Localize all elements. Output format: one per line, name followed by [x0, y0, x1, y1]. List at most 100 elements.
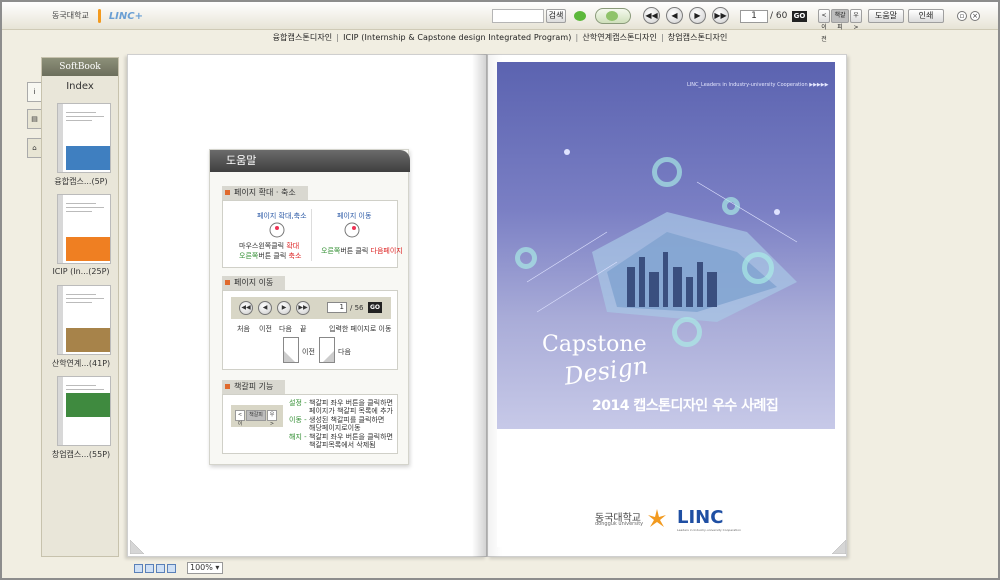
thumbnail-2[interactable]: [57, 194, 111, 264]
bookmark-tab-icon[interactable]: ⌂: [27, 138, 41, 158]
thumbnail-color-band: [66, 393, 110, 417]
move-heading: 페이지 이동: [337, 212, 372, 220]
thumbnail-caption-4[interactable]: 창업캡스...(55P): [44, 449, 118, 460]
chapter-link-3[interactable]: 산학연계캡스톤디자인: [582, 33, 657, 42]
last-page-button[interactable]: ▶▶: [712, 7, 729, 24]
page-curl-prev-icon[interactable]: [130, 540, 144, 554]
page-curl-right-icon: [319, 337, 335, 363]
label-input-move: 입력한 페이지로 이동: [329, 325, 392, 333]
label-prev: 이전: [259, 325, 272, 333]
help-page-input: 1: [327, 302, 347, 313]
single-page-view-icon[interactable]: [134, 564, 143, 573]
prev-page-button[interactable]: ◀: [666, 7, 683, 24]
label-last: 끝: [300, 325, 307, 333]
chapter-link-1[interactable]: 융합캡스톤디자인: [273, 33, 333, 42]
logo-university: 동국대학교: [52, 11, 89, 20]
label-next: 다음: [279, 325, 292, 333]
chapter-link-4[interactable]: 창업캡스톤디자인: [668, 33, 728, 42]
flower-logo-icon: [92, 9, 106, 23]
minimize-icon[interactable]: ▫: [957, 11, 967, 21]
thumbnail-4[interactable]: [57, 376, 111, 446]
cover-footer: 동국대학교 dongguk university LINC Leaders in…: [497, 429, 835, 547]
dongguk-flower-icon: [648, 509, 666, 527]
search-button[interactable]: 검색: [546, 9, 566, 23]
label-corner-next: 다음: [338, 348, 351, 356]
decor-ring-icon: [742, 252, 774, 284]
page-number-input[interactable]: 1: [740, 10, 768, 23]
index-tab-icon[interactable]: i: [27, 82, 41, 102]
bm-del-desc-2: 책갈피목록에서 삭제됨: [309, 441, 376, 449]
cover-university-en: dongguk university: [595, 521, 644, 527]
cover-tagline: LINC_Leaders in Industry-university Coop…: [687, 82, 829, 88]
thumbnail-caption-2[interactable]: ICIP (In...(25P): [44, 267, 118, 276]
help-prev-icon: ◀: [258, 301, 272, 315]
cover-linc-sub: Leaders in Industry-university Cooperati…: [677, 528, 741, 532]
help-section-zoom-title: 페이지 확대 · 축소: [222, 186, 308, 200]
thumbnail-1[interactable]: [57, 103, 111, 173]
thumbnail-caption-3[interactable]: 산학연계...(41P): [44, 358, 118, 369]
cover-linc: LINC: [677, 507, 724, 528]
bookmark-label: 책갈피: [831, 9, 849, 31]
thumbnail-tab-icon[interactable]: ▤: [27, 109, 41, 129]
bm-set-label: 설정 -: [289, 399, 307, 407]
help-next-icon: ▶: [277, 301, 291, 315]
help-button[interactable]: 도움말: [868, 9, 904, 23]
zoom-heading: 페이지 확대,축소: [257, 212, 307, 220]
thumbnail-3[interactable]: [57, 285, 111, 355]
bm-move-label: 이동 -: [289, 416, 307, 424]
label-first: 처음: [237, 325, 250, 333]
help-bm-prev: <이: [235, 410, 245, 427]
help-section-bookmark: <이 책갈피 우> 설정 - 책갈피 좌우 버튼을 클릭하면 페이지가 책갈피 …: [222, 394, 398, 454]
logo-brand: LINC+: [108, 10, 143, 22]
first-page-button[interactable]: ◀◀: [643, 7, 660, 24]
bookmark-next-button[interactable]: 우>: [850, 9, 862, 31]
double-page-view-icon[interactable]: [145, 564, 154, 573]
thumbnail-color-band: [66, 328, 110, 352]
thumbnail-view-icon[interactable]: [156, 564, 165, 573]
mouse-move-icon: [344, 222, 360, 238]
help-last-icon: ▶▶: [296, 301, 310, 315]
book-cover-image: [497, 62, 835, 429]
help-section-nav-title: 페이지 이동: [222, 276, 286, 290]
decor-ring-icon: [515, 247, 537, 269]
move-instruction: 오른쪽버튼 클릭 다음페이지: [321, 247, 403, 255]
help-title: 도움말: [210, 150, 410, 172]
search-input[interactable]: [492, 9, 544, 23]
decor-ring-icon: [652, 157, 682, 187]
mouse-zoom-icon: [269, 222, 285, 238]
chat-icon[interactable]: [574, 11, 586, 21]
bookmark-prev-button[interactable]: <이전: [818, 9, 830, 43]
print-button[interactable]: 인쇄: [908, 9, 944, 23]
page-view-toggle[interactable]: [595, 8, 631, 24]
help-panel: 도움말 페이지 확대 · 축소 페이지 확대,축소 마우스왼쪽클릭 확대 오른쪽…: [209, 149, 410, 465]
thumbnail-caption-1[interactable]: 융합캡스...(5P): [44, 176, 118, 187]
go-button[interactable]: GO: [792, 11, 807, 22]
view-toggle-icon: [606, 11, 618, 21]
grid-view-icon[interactable]: [167, 564, 176, 573]
chapter-link-2[interactable]: ICIP (Internship & Capstone design Integ…: [343, 33, 571, 42]
cover-subtitle: 2014 캡스톤디자인 우수 사례집: [592, 398, 779, 414]
help-first-icon: ◀◀: [239, 301, 253, 315]
close-icon[interactable]: ×: [970, 11, 980, 21]
thumbnail-color-band: [66, 146, 110, 170]
thumbnail-color-band: [66, 237, 110, 261]
help-bm-next: 우>: [267, 410, 277, 427]
page-total: / 60: [770, 11, 788, 21]
page-curl-left-icon: [283, 337, 299, 363]
help-section-bookmark-title: 책갈피 기능: [222, 380, 286, 394]
zoom-instruction-2: 오른쪽버튼 클릭 축소: [239, 252, 302, 260]
sidebar-header: SoftBook: [42, 58, 118, 76]
top-toolbar: 동국대학교 LINC+ 검색 ◀◀ ◀ ▶ ▶▶ 1 / 60 GO <이전 책…: [2, 2, 998, 43]
bm-del-label: 해지 -: [289, 433, 307, 441]
logo: 동국대학교 LINC+: [52, 8, 143, 24]
zoom-select[interactable]: 100% ▾: [187, 562, 223, 574]
cover-artwork: [526, 149, 798, 322]
sidebar-index-label: Index: [66, 81, 94, 92]
decor-ring-icon: [672, 317, 702, 347]
help-page-total: / 56: [350, 304, 364, 312]
sidebar: SoftBook Index 융합캡스...(5P) ICIP (In...(2…: [41, 57, 119, 557]
next-page-button[interactable]: ▶: [689, 7, 706, 24]
decor-ring-icon: [722, 197, 740, 215]
label-corner-prev: 이전: [302, 348, 315, 356]
help-go-button: GO: [368, 302, 382, 313]
